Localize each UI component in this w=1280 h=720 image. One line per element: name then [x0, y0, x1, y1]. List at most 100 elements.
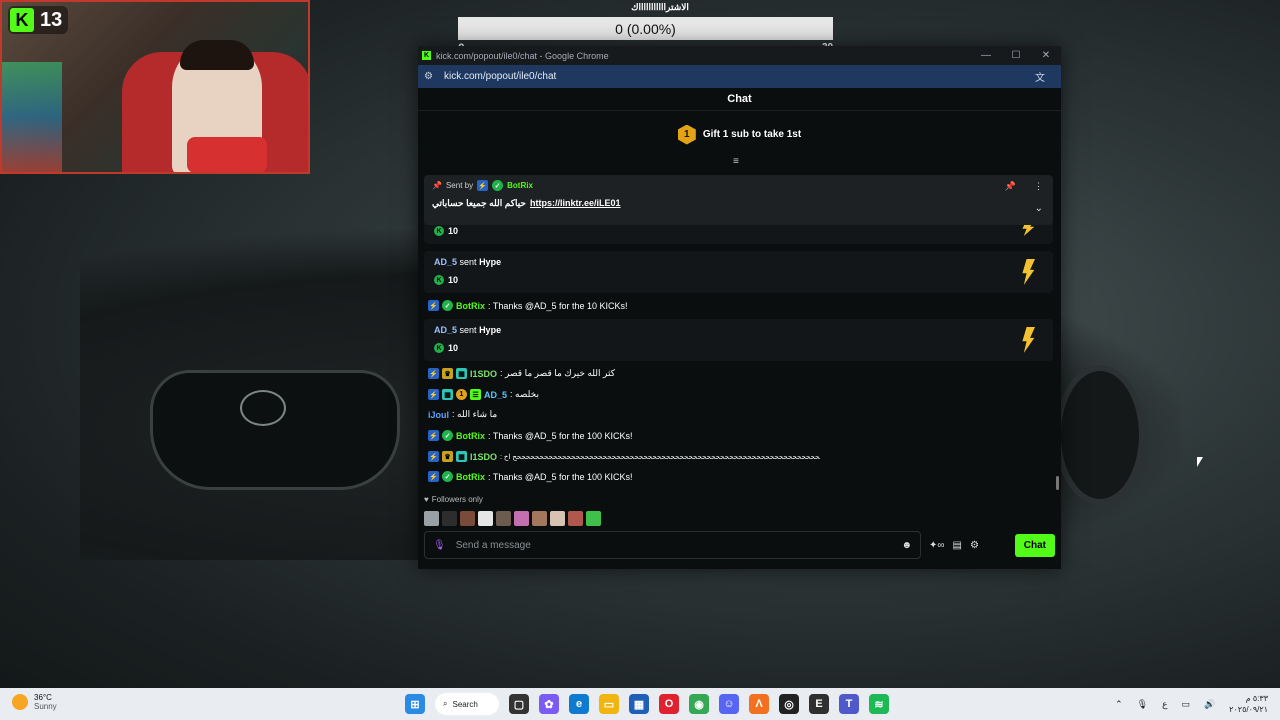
search-icon: ⌕: [443, 699, 448, 708]
emote[interactable]: [532, 511, 547, 526]
emote[interactable]: [586, 511, 601, 526]
emote[interactable]: [424, 511, 439, 526]
translate-icon[interactable]: 文: [1035, 69, 1061, 84]
weather-temp: 36°C: [34, 693, 52, 702]
pinned-message: 📌 Sent by ⚡ ✓ BotRix حياكم الله جميعا حس…: [424, 175, 1053, 225]
chat-header: Chat: [418, 88, 1061, 111]
chevron-up-icon[interactable]: ⌃: [1115, 699, 1123, 710]
spotify-icon[interactable]: ≋: [869, 694, 889, 714]
streamer-hair: [180, 40, 254, 70]
close-icon[interactable]: ✕: [1031, 50, 1061, 61]
teams-icon[interactable]: T: [839, 694, 859, 714]
gift-text: Gift 1 sub to take 1st: [702, 129, 802, 140]
maximize-icon[interactable]: ☐: [1001, 50, 1031, 61]
hype-username[interactable]: AD_5: [434, 325, 457, 335]
goal-title: الاشتراااااااااااك: [631, 2, 689, 12]
volume-icon[interactable]: 🔊: [1204, 699, 1215, 710]
chat-messages[interactable]: 📌 Sent by ⚡ ✓ BotRix حياكم الله جميعا حس…: [418, 163, 1061, 531]
emote[interactable]: [478, 511, 493, 526]
hype-verb: sent: [459, 325, 477, 335]
kick-viewer-badge: K 13: [8, 6, 69, 34]
heart-icon: ♥: [424, 495, 429, 504]
sent-by-label: Sent by: [445, 181, 474, 190]
message-text: : ما شاء الله: [452, 409, 498, 419]
hype-amount: 10: [448, 343, 459, 353]
supporter-badge-icon: ☰: [470, 389, 481, 400]
hype-username[interactable]: AD_5: [434, 257, 457, 267]
gifter-badge-icon: 1: [456, 389, 467, 400]
task-view-icon[interactable]: ▢: [509, 694, 529, 714]
emote[interactable]: [460, 511, 475, 526]
pinned-username[interactable]: BotRix: [507, 181, 533, 190]
chat-input-box[interactable]: 🎙 ☻: [424, 531, 921, 559]
unpin-icon[interactable]: 📌: [1005, 181, 1016, 192]
message-username[interactable]: iJoul: [428, 410, 449, 420]
emote[interactable]: [496, 511, 511, 526]
hype-verb: sent: [459, 257, 477, 267]
edge-icon[interactable]: e: [569, 694, 589, 714]
chat-message: ⚡ ♛ ▦ I1SDO : كثر الله خيرك ما قصر ما قص…: [428, 368, 615, 379]
bot-badge-icon: ⚡: [428, 430, 439, 441]
store-icon[interactable]: ▤: [953, 540, 962, 551]
rank-hex-icon: 1: [677, 124, 696, 145]
chat-send-button[interactable]: Chat: [1014, 533, 1055, 557]
message-username[interactable]: AD_5: [484, 390, 507, 400]
address-bar[interactable]: ⚙ kick.com/popout/ile0/chat 文: [418, 65, 1061, 88]
chat-scrollbar[interactable]: [1056, 476, 1059, 490]
emote[interactable]: [568, 511, 583, 526]
obs-icon[interactable]: ◎: [779, 694, 799, 714]
message-username[interactable]: I1SDO: [470, 369, 497, 379]
goal-progress-bar: 0 (0.00%): [458, 17, 833, 40]
message-text: : حححححححححححححححححححححححححححححححححححححح…: [500, 453, 821, 461]
message-username[interactable]: BotRix: [456, 301, 485, 311]
emote[interactable]: [514, 511, 529, 526]
network-icon[interactable]: ▭: [1181, 699, 1190, 710]
chat-message: ⚡ ✓ BotRix : Thanks @AD_5 for the 10 KIC…: [428, 300, 628, 311]
moderator-badge-icon: ⚡: [428, 389, 439, 400]
pinned-link[interactable]: https://linktr.ee/iLE01: [530, 198, 621, 209]
message-username[interactable]: BotRix: [456, 472, 485, 482]
gift-leaderboard[interactable]: 1 Gift 1 sub to take 1st: [418, 111, 1061, 158]
rgb-light: [2, 62, 62, 172]
message-username[interactable]: BotRix: [456, 431, 485, 441]
emote-bar: [424, 511, 601, 526]
copilot-icon[interactable]: ✿: [539, 694, 559, 714]
language-indicator[interactable]: ع: [1162, 699, 1167, 710]
wallpaper-car-wheel: [1055, 365, 1145, 505]
crown-badge-icon: ♛: [442, 368, 453, 379]
emote[interactable]: [550, 511, 565, 526]
viewer-count: 13: [40, 8, 63, 31]
chrome-icon[interactable]: ◉: [689, 694, 709, 714]
microphone-icon[interactable]: 🎙: [433, 540, 446, 551]
weather-widget[interactable]: 36°C Sunny: [12, 693, 57, 711]
hype-amount: 10: [448, 226, 459, 236]
sun-icon: [12, 694, 28, 710]
more-options-icon[interactable]: ⋮: [1034, 181, 1043, 192]
window-titlebar[interactable]: K kick.com/popout/ile0/chat - Google Chr…: [418, 46, 1061, 65]
minimize-icon[interactable]: —: [971, 50, 1001, 61]
store-app-icon[interactable]: ▦: [629, 694, 649, 714]
epic-games-icon[interactable]: E: [809, 694, 829, 714]
taskbar-search[interactable]: ⌕ Search: [435, 693, 499, 715]
emoji-icon[interactable]: ☻: [901, 540, 912, 551]
kicks-coin-icon: K: [434, 226, 444, 236]
opera-icon[interactable]: O: [659, 694, 679, 714]
chevron-down-icon[interactable]: ⌄: [1035, 203, 1043, 214]
site-info-icon[interactable]: ⚙: [424, 71, 434, 82]
file-explorer-icon[interactable]: ▭: [599, 694, 619, 714]
clock[interactable]: ٥:٣٣ م ٢٠٢٥/٠٩/٢١: [1229, 693, 1268, 715]
message-username[interactable]: I1SDO: [470, 452, 497, 462]
hype-card: AD_5 sent Hype K 10: [424, 319, 1053, 361]
message-input[interactable]: [455, 539, 892, 551]
pinned-text: حياكم الله جميعا حساباتي: [432, 198, 526, 208]
microphone-tray-icon[interactable]: 🎙: [1137, 699, 1148, 710]
verified-badge-icon: ✓: [442, 471, 453, 482]
emote[interactable]: [442, 511, 457, 526]
url-text[interactable]: kick.com/popout/ile0/chat: [444, 71, 1035, 82]
kicks-infinity-icon[interactable]: ✦∞: [929, 540, 945, 551]
clock-time: ٥:٣٣ م: [1245, 694, 1268, 703]
app-icon[interactable]: Λ: [749, 694, 769, 714]
windows-start-icon[interactable]: ⊞: [405, 694, 425, 714]
discord-icon[interactable]: ☺: [719, 694, 739, 714]
settings-gear-icon[interactable]: ⚙: [970, 540, 979, 551]
